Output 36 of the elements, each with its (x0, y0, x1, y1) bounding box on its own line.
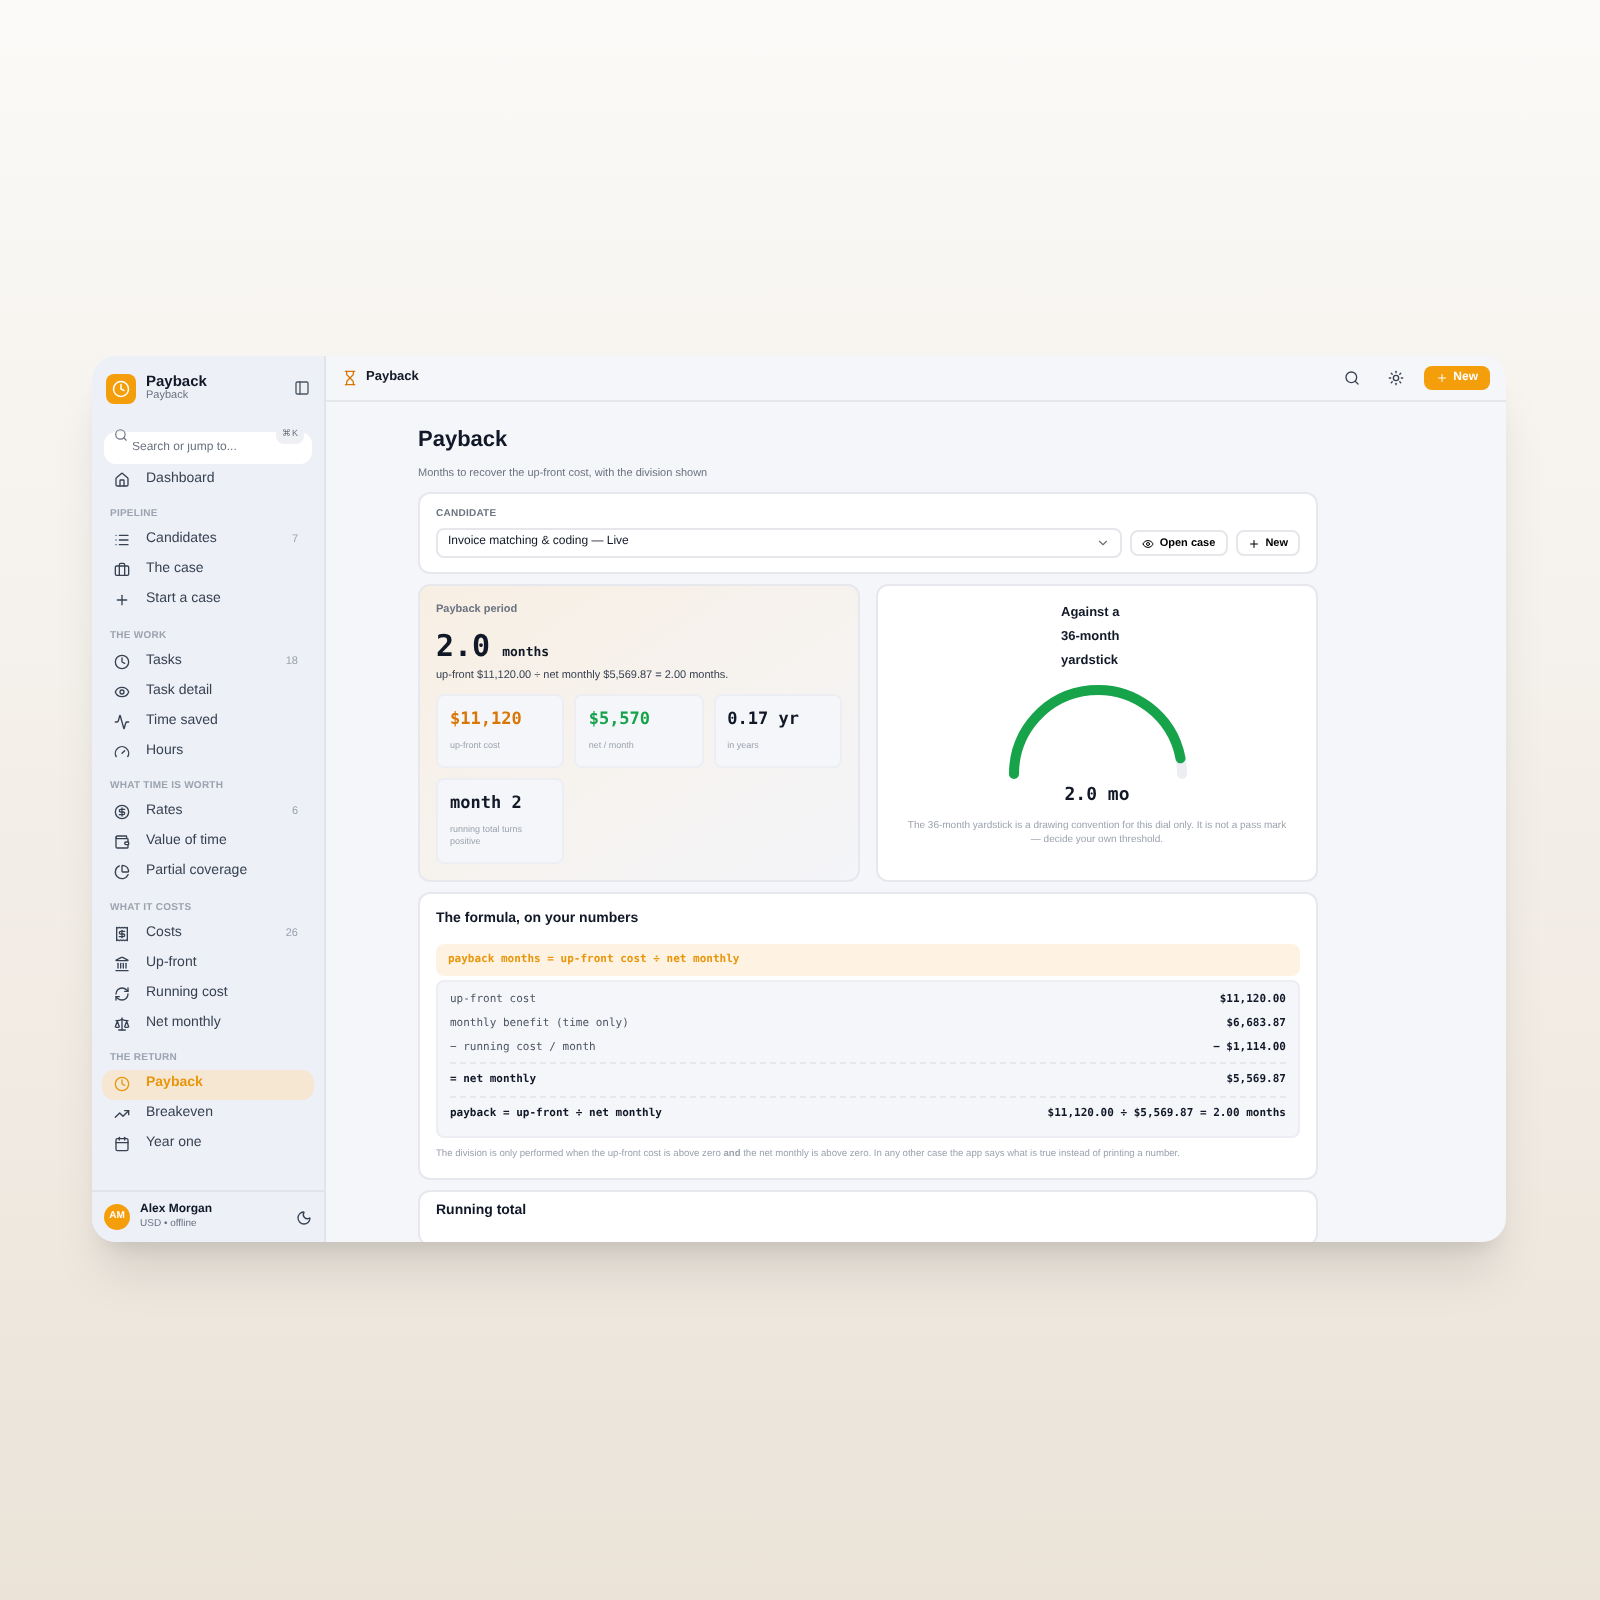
nav-icon (114, 834, 130, 851)
nav-icon (114, 955, 130, 972)
clock-icon (112, 379, 130, 398)
nav-icon (114, 562, 130, 579)
nav-icon (114, 592, 130, 609)
nav-icon (114, 683, 130, 700)
nav-icon (114, 1015, 130, 1032)
stat-value: $11,120 (450, 708, 524, 734)
nav-icon (114, 1076, 130, 1093)
chevron-icon (1095, 536, 1110, 551)
nav-icon (114, 471, 130, 488)
nav-icon (114, 713, 130, 730)
page-title: Payback (418, 426, 510, 456)
nav-icon (114, 985, 130, 1002)
theme-icon[interactable] (1387, 370, 1404, 386)
nav-icon (114, 1106, 130, 1123)
nav-icon (114, 804, 130, 821)
search-icon[interactable] (1343, 370, 1360, 386)
stat-value: 0.17 yr (727, 708, 801, 734)
eye-icon (1141, 537, 1154, 550)
search-icon (114, 427, 128, 442)
nav-icon (114, 743, 130, 760)
nav-icon (114, 1136, 130, 1153)
period-value: 2.0 (436, 625, 491, 667)
plus-icon (1435, 372, 1448, 384)
nav-icon (114, 925, 130, 942)
nav-icon (114, 653, 130, 670)
nav-icon (114, 532, 130, 549)
sidebar-toggle-icon[interactable] (294, 380, 310, 397)
stat-value: month 2 (450, 791, 524, 817)
dial-reading: 2.0 mo (1064, 784, 1130, 811)
plus-icon (1247, 537, 1260, 550)
hourglass-icon (342, 370, 358, 386)
nav-icon (114, 864, 130, 881)
moon-icon[interactable] (296, 1209, 312, 1225)
stat-value: $5,570 (588, 708, 653, 734)
